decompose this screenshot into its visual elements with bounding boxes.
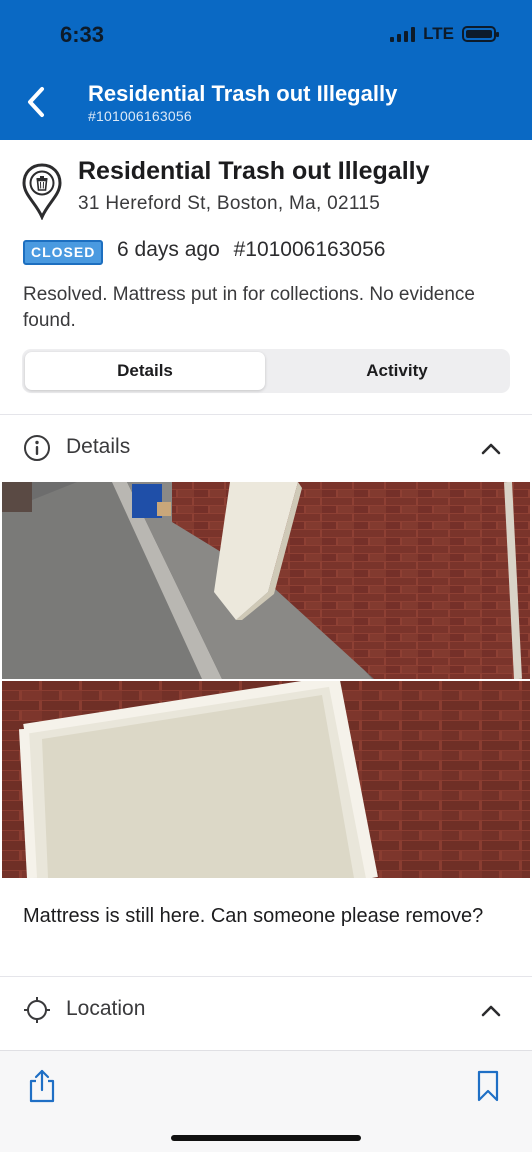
battery-icon	[462, 26, 499, 42]
status-time: 6:33	[60, 22, 105, 47]
trash-pin-icon	[22, 162, 62, 221]
divider	[0, 414, 532, 415]
info-icon	[23, 434, 51, 462]
report-meta: 6 days ago #101006163056	[117, 238, 385, 262]
divider	[0, 976, 532, 977]
status-badge: CLOSED	[23, 240, 104, 265]
share-icon	[29, 1069, 55, 1103]
status-indicators: LTE	[390, 24, 499, 44]
tab-details[interactable]: Details	[25, 352, 265, 390]
location-section-label: Location	[66, 997, 146, 1020]
details-section-label: Details	[66, 435, 131, 458]
nav-subtitle: #101006163056	[88, 108, 192, 124]
home-indicator	[171, 1135, 361, 1141]
signal-icon	[390, 26, 416, 42]
report-address: 31 Hereford St, Boston, Ma, 02115	[78, 193, 381, 214]
network-label: LTE	[423, 24, 454, 43]
bookmark-icon	[477, 1070, 499, 1102]
chevron-up-icon[interactable]	[480, 1000, 502, 1022]
crosshair-icon	[23, 996, 51, 1024]
nav-title: Residential Trash out Illegally	[88, 81, 398, 106]
app-header: 6:33 LTE Residential Trash out Illegally…	[0, 0, 532, 140]
chevron-left-icon	[28, 87, 44, 117]
report-age: 6 days ago	[117, 238, 220, 261]
report-number: #101006163056	[233, 238, 386, 261]
back-button[interactable]	[22, 84, 52, 120]
chevron-up-icon[interactable]	[480, 438, 502, 460]
tab-activity[interactable]: Activity	[287, 352, 507, 390]
report-title: Residential Trash out Illegally	[78, 157, 430, 185]
segmented-control: Details Activity	[22, 349, 510, 393]
resolution-note: Resolved. Mattress put in for collection…	[23, 284, 475, 331]
details-section-header[interactable]: Details	[0, 420, 532, 476]
report-photo-1[interactable]	[2, 482, 530, 679]
share-button[interactable]	[28, 1068, 56, 1104]
location-section-header[interactable]: Location	[0, 982, 532, 1038]
bookmark-button[interactable]	[476, 1070, 500, 1102]
report-photo-2[interactable]	[2, 681, 530, 878]
report-comment: Mattress is still here. Can someone plea…	[23, 905, 484, 927]
bottom-toolbar	[0, 1050, 532, 1152]
